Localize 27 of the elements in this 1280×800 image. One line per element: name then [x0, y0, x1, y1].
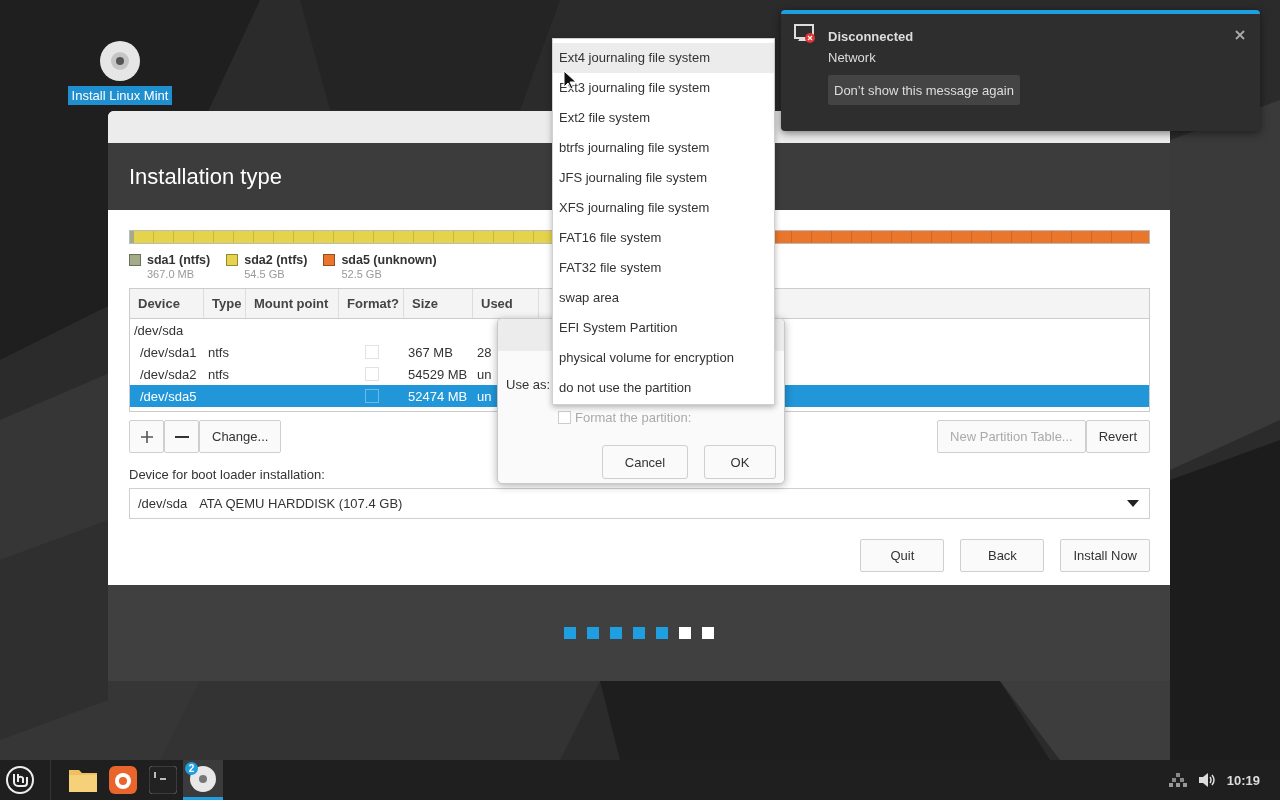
count-badge: 2	[185, 762, 198, 775]
table-cell-text: ntfs	[207, 366, 230, 382]
checkbox-label: Format the partition:	[575, 409, 692, 425]
notification-body: Network	[828, 49, 877, 65]
device-path: /dev/sda	[138, 496, 188, 511]
table-cell-text: ntfs	[207, 344, 230, 360]
partition-name: sda5 (unknown)	[341, 252, 437, 267]
notification-title: Disconnected	[828, 29, 915, 44]
field-label: Device for boot loader installation:	[129, 467, 326, 482]
table-cell-text: un	[476, 366, 493, 382]
table-cell-text: /dev/sda5	[139, 388, 198, 404]
table-cell-text: /dev/sda1	[139, 344, 198, 360]
table-cell-text: 28	[476, 344, 493, 360]
page-title: Installation type	[129, 163, 282, 190]
table-cell-text: un	[476, 388, 493, 404]
table-cell-text: 54529 MB	[407, 366, 469, 382]
partition-size: 367.0 MB	[147, 267, 196, 280]
field-label: Use as:	[506, 376, 551, 392]
table-cell-text: /dev/sda	[133, 322, 185, 338]
table-cell-text: /dev/sda2	[139, 366, 198, 382]
table-cell-text: 52474 MB	[407, 388, 469, 404]
partition-size: 52.5 GB	[341, 267, 383, 280]
partition-size: 54.5 GB	[244, 267, 286, 280]
partition-name: sda2 (ntfs)	[244, 252, 308, 267]
device-description: ATA QEMU HARDDISK (107.4 GB)	[199, 496, 403, 511]
table-cell-text: 367 MB	[407, 344, 454, 360]
partition-name: sda1 (ntfs)	[147, 252, 211, 267]
